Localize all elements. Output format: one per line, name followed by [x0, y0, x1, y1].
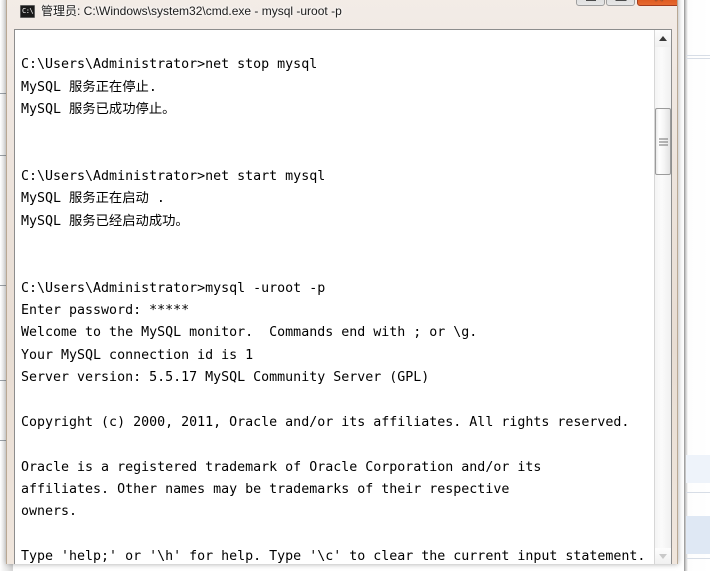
- console-line: Type 'help;' or '\h' for help. Type '\c'…: [21, 548, 646, 564]
- background-right-divider: [686, 58, 710, 59]
- close-icon: ✕: [654, 0, 665, 3]
- maximize-icon: [615, 0, 626, 1]
- cmd-window[interactable]: C:\ 管理员: C:\Windows\system32\cmd.exe - m…: [6, 0, 678, 564]
- background-right-divider: [686, 55, 710, 56]
- maximize-button[interactable]: [606, 0, 635, 6]
- console-line: MySQL 服务正在启动 .: [21, 191, 165, 207]
- scrollbar-thumb[interactable]: [655, 108, 671, 175]
- chevron-up-icon: [659, 36, 667, 41]
- console-line: Server version: 5.5.17 MySQL Community S…: [21, 370, 430, 386]
- console-client-area[interactable]: C:\Users\Administrator>net stop mysql MyS…: [14, 29, 672, 564]
- console-line: Welcome to the MySQL monitor. Commands e…: [21, 325, 478, 341]
- console-line: Oracle is a registered trademark of Orac…: [21, 459, 542, 475]
- console-line: C:\Users\Administrator>net start mysql: [21, 169, 326, 185]
- chevron-down-icon: [659, 554, 667, 559]
- console-line: Enter password: *****: [21, 303, 190, 319]
- console-output: C:\Users\Administrator>net stop mysql MyS…: [21, 32, 651, 564]
- console-line: MySQL 服务正在停止.: [21, 79, 157, 95]
- scroll-up-button[interactable]: [655, 30, 671, 47]
- minimize-button[interactable]: [576, 0, 605, 6]
- minimize-icon: [585, 0, 596, 1]
- close-button[interactable]: ✕: [637, 0, 677, 6]
- background-right-divider: [686, 558, 710, 559]
- console-line: Copyright (c) 2000, 2011, Oracle and/or …: [21, 414, 630, 430]
- cmd-icon-glyph: C:\: [22, 7, 34, 15]
- console-line: affiliates. Other names may be trademark…: [21, 481, 510, 497]
- console-scrollbar[interactable]: [654, 30, 671, 564]
- console-line: C:\Users\Administrator>mysql -uroot -p: [21, 280, 326, 296]
- console-line: MySQL 服务已成功停止。: [21, 102, 176, 118]
- background-right-panel: [686, 516, 710, 554]
- console-line: Your MySQL connection id is 1: [21, 347, 254, 363]
- scroll-down-button[interactable]: [655, 548, 671, 564]
- console-line: owners.: [21, 504, 78, 520]
- window-title: 管理员: C:\Windows\system32\cmd.exe - mysql…: [41, 4, 342, 18]
- background-window-right[interactable]: [684, 0, 710, 571]
- console-line: C:\Users\Administrator>net stop mysql: [21, 57, 318, 73]
- console-line: MySQL 服务已经启动成功。: [21, 213, 189, 229]
- background-right-divider: [686, 492, 710, 493]
- screen: C:\ 管理员: C:\Windows\system32\cmd.exe - m…: [0, 0, 710, 571]
- background-right-panel: [686, 455, 710, 483]
- title-bar[interactable]: C:\ 管理员: C:\Windows\system32\cmd.exe - m…: [7, 0, 677, 23]
- scrollbar-grip-icon: [659, 136, 668, 147]
- cmd-icon: C:\: [20, 5, 35, 18]
